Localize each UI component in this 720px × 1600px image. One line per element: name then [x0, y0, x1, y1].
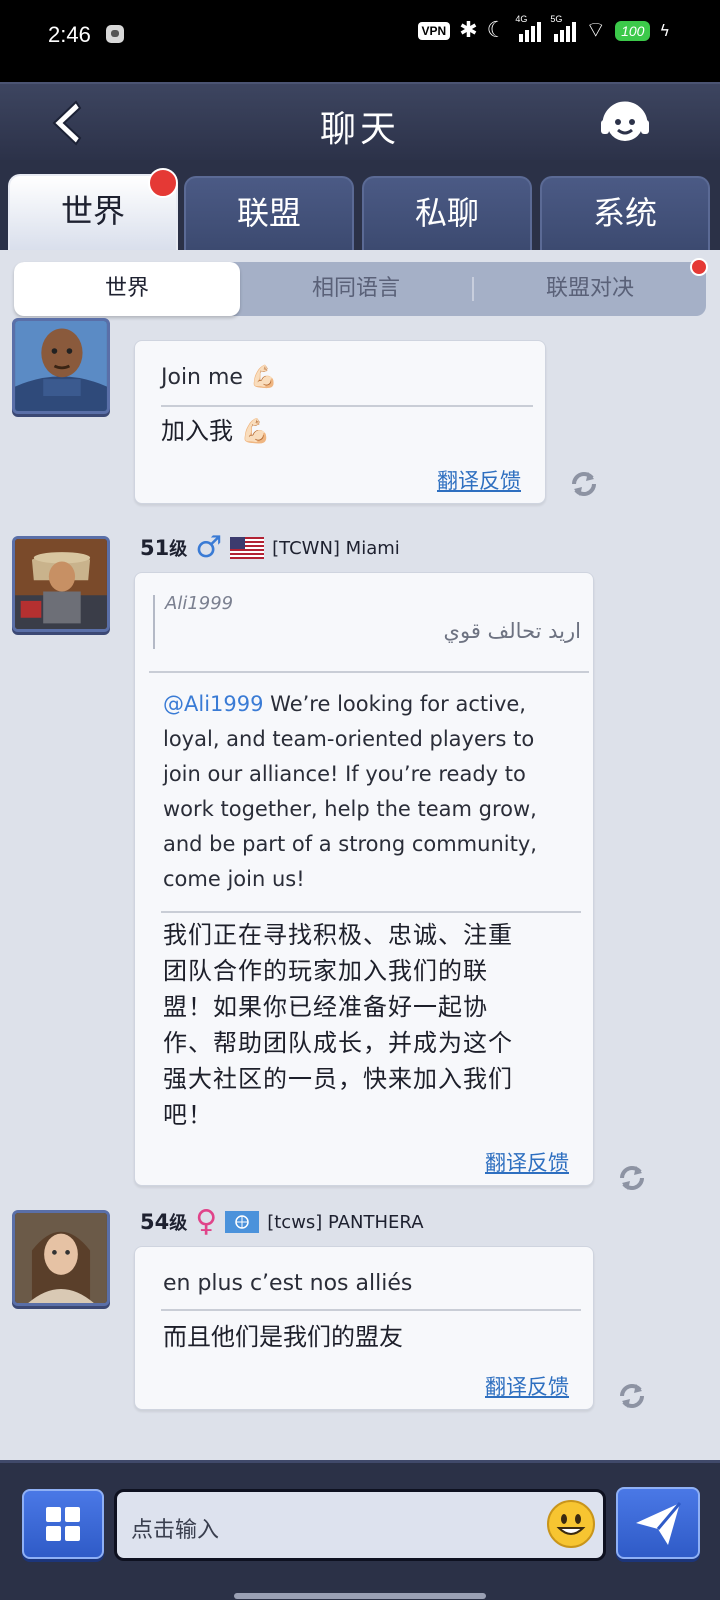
- message-original-text: en plus c’est nos alliés: [163, 1271, 413, 1296]
- quoted-text: اريد تحالف قوي: [443, 619, 581, 643]
- divider: [161, 1309, 581, 1311]
- message-header: 51级 ♂ [TCWN] Miami: [140, 530, 400, 566]
- user-level: 54级: [140, 1210, 188, 1234]
- signal-5g-icon: 5G: [550, 14, 577, 42]
- message-bubble[interactable]: Join me 💪🏻 加入我 💪🏻 翻译反馈: [134, 340, 546, 504]
- customer-service-button[interactable]: [598, 96, 652, 150]
- dnd-moon-icon: ☾: [486, 18, 507, 43]
- vpn-icon: VPN: [417, 22, 451, 40]
- app-notification-icon: [106, 25, 124, 43]
- message-list[interactable]: Join me 💪🏻 加入我 💪🏻 翻译反馈 51级 ♂ [TCWN] Miam…: [0, 318, 720, 1460]
- tab-alliance[interactable]: 联盟: [184, 176, 354, 250]
- tab-private[interactable]: 私聊: [362, 176, 532, 250]
- divider: [161, 911, 581, 913]
- tab-system-label: 系统: [592, 194, 657, 232]
- username[interactable]: [TCWN] Miami: [272, 538, 400, 559]
- message-translation-text: 加入我 💪🏻: [161, 417, 271, 445]
- status-time: 2:46: [48, 22, 91, 47]
- retranslate-icon[interactable]: [568, 468, 600, 500]
- chat-header: 聊天: [0, 82, 720, 160]
- message-original-text: Join me 💪🏻: [161, 365, 278, 390]
- chat-channel-tabs: 世界 联盟 私聊 系统: [0, 160, 720, 250]
- retranslate-icon[interactable]: [616, 1162, 648, 1194]
- quoted-username: Ali1999: [165, 593, 234, 614]
- mention-link[interactable]: @Ali1999: [163, 692, 263, 716]
- subtab-world-label: 世界: [104, 276, 149, 301]
- avatar[interactable]: [12, 1210, 110, 1306]
- translation-feedback-link[interactable]: 翻译反馈: [485, 1371, 569, 1401]
- message-header: 54级 ♀ [tcws] PANTHERA: [140, 1204, 424, 1240]
- emoji-button-icon[interactable]: [545, 1498, 597, 1550]
- avatar[interactable]: [12, 536, 110, 632]
- wifi-icon: ⌔: [585, 18, 607, 43]
- home-indicator[interactable]: [234, 1593, 486, 1599]
- unread-badge: [690, 258, 708, 276]
- menu-grid-button[interactable]: [22, 1489, 104, 1559]
- unread-badge: [148, 168, 178, 198]
- message-original-text: @Ali1999 We’re looking for active, loyal…: [163, 692, 537, 891]
- message-translation-text: 我们正在寻找积极、忠诚、注重 团队合作的玩家加入我们的联 盟！如果你已经准备好一…: [163, 921, 513, 1129]
- avatar[interactable]: [12, 318, 110, 414]
- message-bubble[interactable]: en plus c’est nos alliés 而且他们是我们的盟友 翻译反馈: [134, 1246, 594, 1410]
- avatar-soldier-image: [15, 321, 107, 411]
- subtab-alliance-duel[interactable]: 联盟对决: [474, 262, 706, 316]
- tab-system[interactable]: 系统: [540, 176, 710, 250]
- grid-icon: [46, 1507, 80, 1541]
- user-level: 51级: [140, 536, 188, 560]
- signal-4g-icon: 4G: [515, 14, 542, 42]
- avatar-cowboy-image: [15, 539, 107, 629]
- tab-world-label: 世界: [60, 192, 125, 230]
- sub-tabs: 世界 相同语言 联盟对决: [14, 258, 708, 316]
- quote-bar: [153, 595, 155, 649]
- message-translation-text: 而且他们是我们的盟友: [163, 1323, 403, 1351]
- divider: [161, 405, 533, 407]
- subtab-alliance-duel-label: 联盟对决: [545, 276, 634, 301]
- message-input-placeholder: 点击输入: [131, 1518, 220, 1543]
- username[interactable]: [tcws] PANTHERA: [267, 1212, 423, 1233]
- translation-feedback-link[interactable]: 翻译反馈: [437, 465, 521, 495]
- send-paper-plane-icon: [636, 1502, 682, 1545]
- tab-private-label: 私聊: [414, 194, 479, 232]
- translation-feedback-link[interactable]: 翻译反馈: [485, 1147, 569, 1177]
- avatar-woman-image: [15, 1213, 107, 1303]
- status-bar: 2:46 VPN ✱ ☾ 4G 5G ⌔ 100 ϟ: [0, 0, 720, 82]
- retranslate-icon[interactable]: [616, 1380, 648, 1412]
- status-icons: VPN ✱ ☾ 4G 5G ⌔ 100 ϟ: [417, 14, 670, 43]
- un-flag-icon: [225, 1211, 260, 1233]
- tab-world[interactable]: 世界: [8, 168, 178, 250]
- message-bubble[interactable]: Ali1999 اريد تحالف قوي @Ali1999 We’re lo…: [134, 572, 594, 1186]
- headset-support-icon: [601, 101, 649, 141]
- chat-input-bar: 点击输入: [0, 1460, 720, 1600]
- subtab-same-language[interactable]: 相同语言: [240, 262, 472, 316]
- divider: [149, 671, 589, 673]
- send-button[interactable]: [616, 1487, 700, 1559]
- us-flag-icon: [230, 537, 265, 559]
- message-input[interactable]: 点击输入: [114, 1489, 606, 1561]
- tab-alliance-label: 联盟: [236, 194, 301, 232]
- subtab-world[interactable]: 世界: [14, 262, 240, 316]
- female-gender-icon: ♀: [195, 1204, 218, 1239]
- subtab-same-language-label: 相同语言: [311, 276, 400, 301]
- male-gender-icon: ♂: [195, 530, 223, 565]
- battery-indicator: 100: [615, 21, 651, 41]
- charging-icon: ϟ: [659, 21, 670, 40]
- chat-content: 世界 相同语言 联盟对决 Join me 💪🏻 加入我 💪🏻 翻译反馈 51级 …: [0, 250, 720, 1460]
- bluetooth-icon: ✱: [459, 18, 478, 43]
